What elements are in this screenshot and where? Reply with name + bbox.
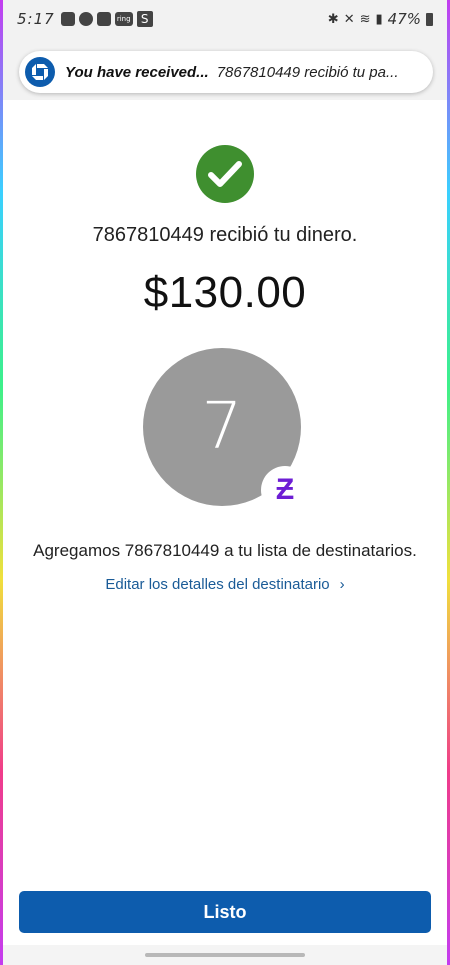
notification-title: You have received... — [65, 63, 209, 81]
status-time: 5:17 — [17, 10, 55, 28]
done-button[interactable]: Listo — [19, 891, 431, 933]
chevron-right-icon: › — [339, 576, 345, 593]
youtube-icon — [96, 12, 111, 26]
status-indicators: ✱ ✕ ≋ ▮ 47% — [328, 10, 433, 28]
status-bar: 5:17 ring S ✱ ✕ ≋ ▮ 47% — [3, 0, 447, 38]
wifi-icon: ≋ — [359, 11, 371, 27]
recipient-added-message: Agregamos 7867810449 a tu lista de desti… — [33, 541, 417, 560]
ring-icon: ring — [114, 12, 133, 26]
navigation-bar — [3, 945, 447, 965]
notification-body: 7867810449 recibió tu pa... — [216, 63, 399, 81]
chase-logo-icon — [25, 57, 55, 87]
app-screen: 5:17 ring S ✱ ✕ ≋ ▮ 47% You have receive… — [3, 0, 447, 965]
zelle-badge-icon: Ƶ — [261, 466, 309, 514]
battery-icon — [426, 12, 433, 26]
battery-percent: 47% — [387, 10, 421, 28]
received-message: 7867810449 recibió tu dinero. — [92, 224, 358, 246]
notification-banner[interactable]: You have received... 7867810449 recibió … — [19, 51, 433, 93]
mute-icon: ✕ — [343, 11, 355, 27]
edit-recipient-link[interactable]: Editar los detalles del destinatario › — [3, 576, 447, 593]
success-check-icon — [196, 145, 254, 203]
bluetooth-icon: ✱ — [327, 11, 339, 27]
chat-icon — [60, 12, 75, 26]
notification-area: You have received... 7867810449 recibió … — [3, 38, 447, 100]
amount-value: $130.00 — [143, 268, 307, 317]
edit-recipient-label: Editar los detalles del destinatario — [105, 576, 330, 593]
home-indicator[interactable] — [145, 953, 305, 957]
s-icon: S — [136, 11, 153, 27]
status-app-icons: ring S — [60, 11, 153, 27]
pinterest-icon — [78, 12, 93, 26]
signal-icon: ▮ — [375, 11, 383, 27]
